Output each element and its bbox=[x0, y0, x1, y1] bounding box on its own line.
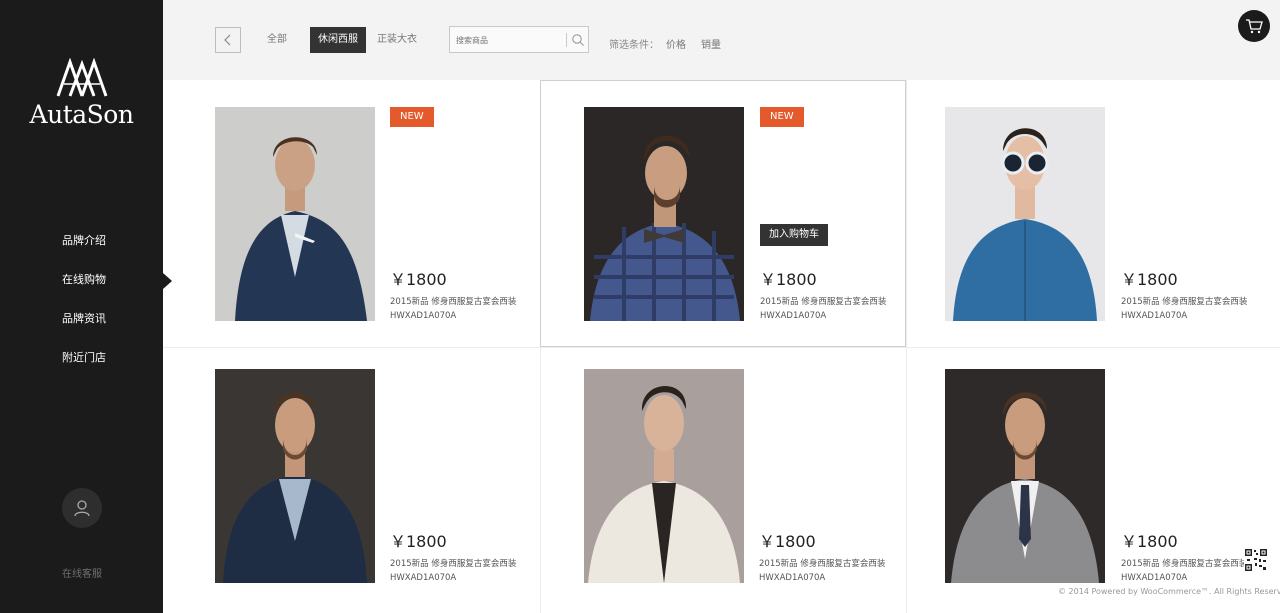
filter-label: 筛选条件： bbox=[609, 40, 659, 51]
online-service-link[interactable]: 在线客服 bbox=[62, 565, 102, 580]
product-image[interactable] bbox=[584, 107, 744, 321]
product-price: ￥1800 bbox=[760, 270, 817, 289]
product-description: 2015新品 修身西服复古宴会西装 bbox=[1121, 559, 1248, 569]
sidebar-item-online-shopping[interactable]: 在线购物 bbox=[0, 267, 172, 306]
cart-button[interactable] bbox=[1238, 10, 1270, 42]
product-price: ￥1800 bbox=[390, 532, 447, 551]
footer-copyright: © 2014 Powered by WooCommerce™. All Righ… bbox=[1058, 587, 1280, 596]
filter-sales[interactable]: 销量 bbox=[701, 36, 721, 51]
product-image[interactable] bbox=[945, 369, 1105, 583]
brand-name: AutaSon bbox=[29, 100, 134, 129]
tab-formal-coats[interactable]: 正装大衣 bbox=[369, 27, 425, 53]
filter-price[interactable]: 价格 bbox=[666, 36, 686, 51]
product-description: 2015新品 修身西服复古宴会西装 bbox=[760, 297, 887, 307]
product-image[interactable] bbox=[584, 369, 744, 583]
product-price: ￥1800 bbox=[1121, 270, 1178, 289]
search-input[interactable] bbox=[456, 32, 562, 48]
tab-casual-suits[interactable]: 休闲西服 bbox=[310, 27, 366, 53]
app: AutaSon 品牌介绍 在线购物 品牌资讯 附近门店 在线客服 全部 休闲西服… bbox=[0, 0, 1280, 613]
product-image[interactable] bbox=[215, 369, 375, 583]
brand-logo-mark bbox=[56, 58, 107, 97]
product-card[interactable]: NEW 加入购物车 ￥1800 2015新品 修身西服复古宴会西装 HWXAD1… bbox=[540, 80, 906, 347]
sidebar-item-brand-news[interactable]: 品牌资讯 bbox=[0, 306, 163, 345]
product-card[interactable]: ￥1800 2015新品 修身西服复古宴会西装 HWXAD1A070A bbox=[906, 80, 1272, 347]
product-sku: HWXAD1A070A bbox=[759, 573, 826, 583]
product-sku: HWXAD1A070A bbox=[1121, 311, 1188, 321]
back-button[interactable] bbox=[215, 27, 241, 53]
product-price: ￥1800 bbox=[1121, 532, 1178, 551]
product-description: 2015新品 修身西服复古宴会西装 bbox=[1121, 297, 1248, 307]
sidebar-nav: 品牌介绍 在线购物 品牌资讯 附近门店 bbox=[0, 228, 172, 384]
product-sku: HWXAD1A070A bbox=[1121, 573, 1188, 583]
product-sku: HWXAD1A070A bbox=[390, 573, 457, 583]
product-sku: HWXAD1A070A bbox=[390, 311, 457, 321]
sidebar-item-nearby-stores[interactable]: 附近门店 bbox=[0, 345, 163, 384]
tab-all[interactable]: 全部 bbox=[259, 27, 295, 53]
new-badge: NEW bbox=[760, 107, 804, 127]
chevron-left-icon bbox=[224, 34, 231, 46]
sidebar: AutaSon 品牌介绍 在线购物 品牌资讯 附近门店 在线客服 bbox=[0, 0, 172, 613]
search-icon[interactable] bbox=[571, 33, 585, 47]
sidebar-item-brand-intro[interactable]: 品牌介绍 bbox=[0, 228, 163, 267]
user-icon bbox=[74, 500, 90, 517]
product-description: 2015新品 修身西服复古宴会西装 bbox=[390, 559, 517, 569]
product-card[interactable]: NEW ￥1800 2015新品 修身西服复古宴会西装 HWXAD1A070A bbox=[163, 80, 529, 347]
customer-service-avatar[interactable] bbox=[62, 488, 102, 528]
new-badge: NEW bbox=[390, 107, 434, 127]
qr-code-icon[interactable] bbox=[1244, 548, 1268, 572]
add-to-cart-button[interactable]: 加入购物车 bbox=[760, 224, 828, 246]
brand-logo[interactable]: AutaSon bbox=[0, 58, 163, 129]
toolbar: 全部 休闲西服 正装大衣 筛选条件： 价格 销量 bbox=[163, 0, 1280, 80]
product-card[interactable]: ￥1800 2015新品 修身西服复古宴会西装 HWXAD1A070A bbox=[540, 347, 906, 613]
product-description: 2015新品 修身西服复古宴会西装 bbox=[390, 297, 517, 307]
product-card[interactable]: ￥1800 2015新品 修身西服复古宴会西装 HWXAD1A070A bbox=[163, 347, 529, 613]
product-sku: HWXAD1A070A bbox=[760, 311, 827, 321]
search-box bbox=[449, 26, 589, 53]
product-image[interactable] bbox=[215, 107, 375, 321]
product-price: ￥1800 bbox=[390, 270, 447, 289]
cart-icon bbox=[1246, 19, 1263, 34]
product-grid: NEW ￥1800 2015新品 修身西服复古宴会西装 HWXAD1A070A bbox=[163, 80, 1280, 613]
product-price: ￥1800 bbox=[759, 532, 816, 551]
product-card[interactable]: ￥1800 2015新品 修身西服复古宴会西装 HWXAD1A070A bbox=[906, 347, 1272, 613]
search-divider bbox=[566, 33, 567, 47]
product-description: 2015新品 修身西服复古宴会西装 bbox=[759, 559, 886, 569]
product-image[interactable] bbox=[945, 107, 1105, 321]
